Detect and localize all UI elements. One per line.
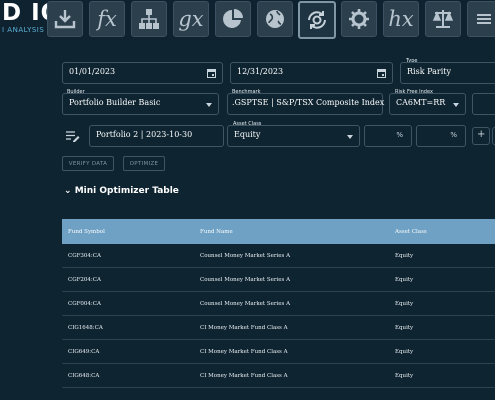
table-row[interactable]: CIG648:CA CI Money Market Fund Class A E… (62, 364, 495, 388)
cell-asset-class: Equity (395, 276, 414, 283)
top-toolbar: D IQ I ANALYSIS fx gx hx (0, 0, 495, 40)
gx-icon: gx (178, 7, 204, 31)
hierarchy-button[interactable] (131, 1, 167, 37)
asset-class-select[interactable]: Equity (227, 125, 360, 147)
gear-icon (349, 9, 369, 29)
cell-fund-symbol: CIG649:CA (68, 348, 100, 355)
start-date-input[interactable]: 01/01/2023 (62, 62, 223, 84)
app-logo: D IQ I ANALYSIS (0, 0, 60, 40)
cell-fund-name: Counsel Money Market Series A (200, 276, 291, 283)
edit-list-icon[interactable] (66, 131, 80, 142)
pie-chart-icon (223, 9, 243, 28)
end-date-value: 12/31/2023 (237, 67, 284, 76)
chevron-down-icon (453, 103, 459, 107)
section-title: Mini Optimizer Table (74, 186, 179, 196)
globe-icon (266, 10, 284, 28)
builder-select[interactable]: Portfolio Builder Basic (62, 93, 219, 115)
fx-icon: fx (97, 7, 117, 31)
cell-asset-class: Equity (395, 372, 414, 379)
balance-button[interactable] (425, 1, 461, 37)
pie-chart-button[interactable] (215, 1, 251, 37)
add-row-button[interactable]: + (472, 127, 490, 145)
builder-value: Portfolio Builder Basic (69, 98, 161, 107)
percent-symbol: % (396, 131, 403, 139)
type-select[interactable]: Risk Parity (400, 62, 495, 84)
portfolio-value: Portfolio 2 | 2023-10-30 (96, 130, 193, 139)
weight-max-input[interactable]: % (416, 125, 466, 147)
optimizer-icon (308, 11, 326, 29)
cell-fund-name: Counsel Money Market Series A (200, 252, 291, 259)
fx-button[interactable]: fx (89, 1, 125, 37)
column-header-fund-symbol[interactable]: Fund Symbol (68, 219, 105, 244)
benchmark-value: .GSPTSE | S&P/TSX Composite Index (232, 98, 385, 107)
cell-fund-name: CI Money Market Fund Class A (200, 348, 288, 355)
cell-fund-name: CI Money Market Fund Class A (200, 324, 288, 331)
calendar-icon[interactable] (377, 68, 386, 78)
cell-asset-class: Equity (395, 252, 414, 259)
verify-data-button[interactable]: VERIFY DATA (62, 156, 114, 171)
optimizer-button[interactable] (298, 1, 336, 39)
chevron-down-icon (206, 103, 212, 107)
cell-fund-symbol: CIG648:CA (68, 372, 100, 379)
optimize-button[interactable]: OPTIMIZE (123, 156, 165, 171)
risk-free-select[interactable]: CA6MT=RR (389, 93, 466, 115)
cell-asset-class: Equity (395, 324, 414, 331)
extra-select[interactable] (472, 93, 495, 115)
balance-scale-icon (432, 10, 454, 28)
logo-subtext: I ANALYSIS (2, 26, 45, 34)
column-header-asset-class[interactable]: Asset Class (395, 219, 427, 244)
table-row[interactable]: CGF304:CA Counsel Money Market Series A … (62, 244, 495, 268)
table-row[interactable]: CIG1648:CA CI Money Market Fund Class A … (62, 316, 495, 340)
table-row[interactable]: CGF204:CA Counsel Money Market Series A … (62, 268, 495, 292)
download-icon (54, 10, 76, 29)
gx-button[interactable]: gx (173, 1, 209, 37)
download-button[interactable] (47, 1, 83, 37)
cell-fund-symbol: CGF004:CA (68, 300, 101, 307)
cell-asset-class: Equity (395, 300, 414, 307)
table-row[interactable]: CIG649:CA CI Money Market Fund Class A E… (62, 340, 495, 364)
type-value: Risk Parity (407, 67, 451, 76)
end-date-input[interactable]: 12/31/2023 (230, 62, 393, 84)
hx-button[interactable]: hx (383, 1, 419, 37)
portfolio-input[interactable]: Portfolio 2 | 2023-10-30 (89, 125, 224, 147)
chevron-down-icon: ⌄ (64, 186, 75, 196)
settings-button[interactable] (341, 1, 377, 37)
plus-icon: + (477, 129, 486, 140)
risk-free-value: CA6MT=RR (396, 98, 446, 107)
percent-symbol: % (450, 131, 457, 139)
globe-button[interactable] (257, 1, 293, 37)
cell-asset-class: Equity (395, 348, 414, 355)
menu-icon (477, 14, 491, 24)
cell-fund-name: Counsel Money Market Series A (200, 300, 291, 307)
weight-min-input[interactable]: % (364, 125, 412, 147)
hx-icon: hx (388, 7, 414, 31)
cell-fund-symbol: CGF304:CA (68, 252, 101, 259)
calendar-icon[interactable] (207, 68, 216, 78)
asset-class-value: Equity (234, 130, 261, 139)
cell-fund-symbol: CIG1648:CA (68, 324, 103, 331)
mini-optimizer-table: Fund Symbol Fund Name Asset Class CGF304… (62, 219, 495, 388)
table-header: Fund Symbol Fund Name Asset Class (62, 219, 495, 244)
extra-button[interactable] (467, 1, 495, 37)
start-date-value: 01/01/2023 (69, 67, 116, 76)
section-header[interactable]: ⌄ Mini Optimizer Table (64, 186, 179, 196)
column-header-fund-name[interactable]: Fund Name (200, 219, 233, 244)
chevron-down-icon (347, 135, 353, 139)
hierarchy-icon (139, 9, 159, 29)
table-row[interactable]: CGF004:CA Counsel Money Market Series A … (62, 292, 495, 316)
cell-fund-name: CI Money Market Fund Class A (200, 372, 288, 379)
cell-fund-symbol: CGF204:CA (68, 276, 101, 283)
benchmark-select[interactable]: .GSPTSE | S&P/TSX Composite Index (227, 93, 385, 115)
